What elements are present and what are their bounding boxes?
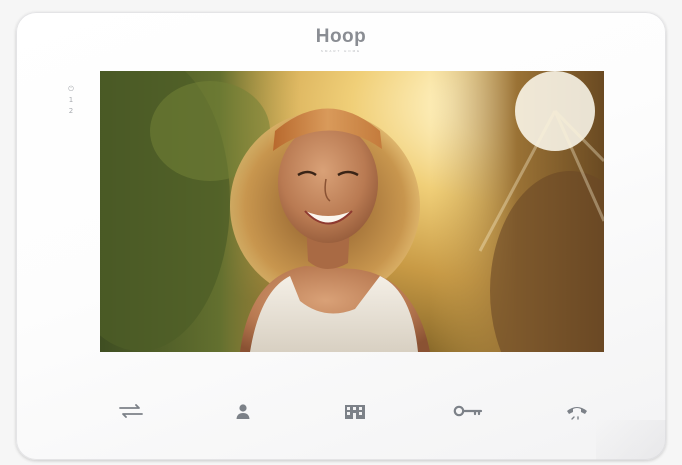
power-icon: ⏻ — [68, 85, 74, 93]
user-icon — [236, 404, 250, 419]
brand-name: Hoop — [315, 26, 367, 47]
intercom-monitor: Hoop SMART HOME ⏻ 1 2 — [16, 12, 666, 460]
monitor-button[interactable] — [223, 396, 263, 426]
indicator-1-icon: 1 — [68, 96, 74, 104]
call-button[interactable] — [557, 396, 597, 426]
status-indicators: ⏻ 1 2 — [66, 84, 76, 117]
unlock-button[interactable] — [448, 396, 488, 426]
transfer-button[interactable] — [111, 396, 151, 426]
camera-view — [100, 71, 604, 352]
building-icon — [345, 405, 365, 419]
phone-hangup-icon — [567, 407, 587, 420]
key-icon — [453, 405, 483, 417]
indicator-2-icon: 2 — [68, 107, 74, 115]
brand-logo: Hoop SMART HOME — [16, 26, 666, 53]
camera-image — [100, 71, 604, 352]
brand-tagline: SMART HOME — [320, 49, 362, 53]
transfer-icon — [119, 404, 143, 418]
control-bar — [100, 396, 604, 426]
intercom-button[interactable] — [335, 396, 375, 426]
stage: Hoop SMART HOME ⏻ 1 2 — [0, 0, 682, 465]
